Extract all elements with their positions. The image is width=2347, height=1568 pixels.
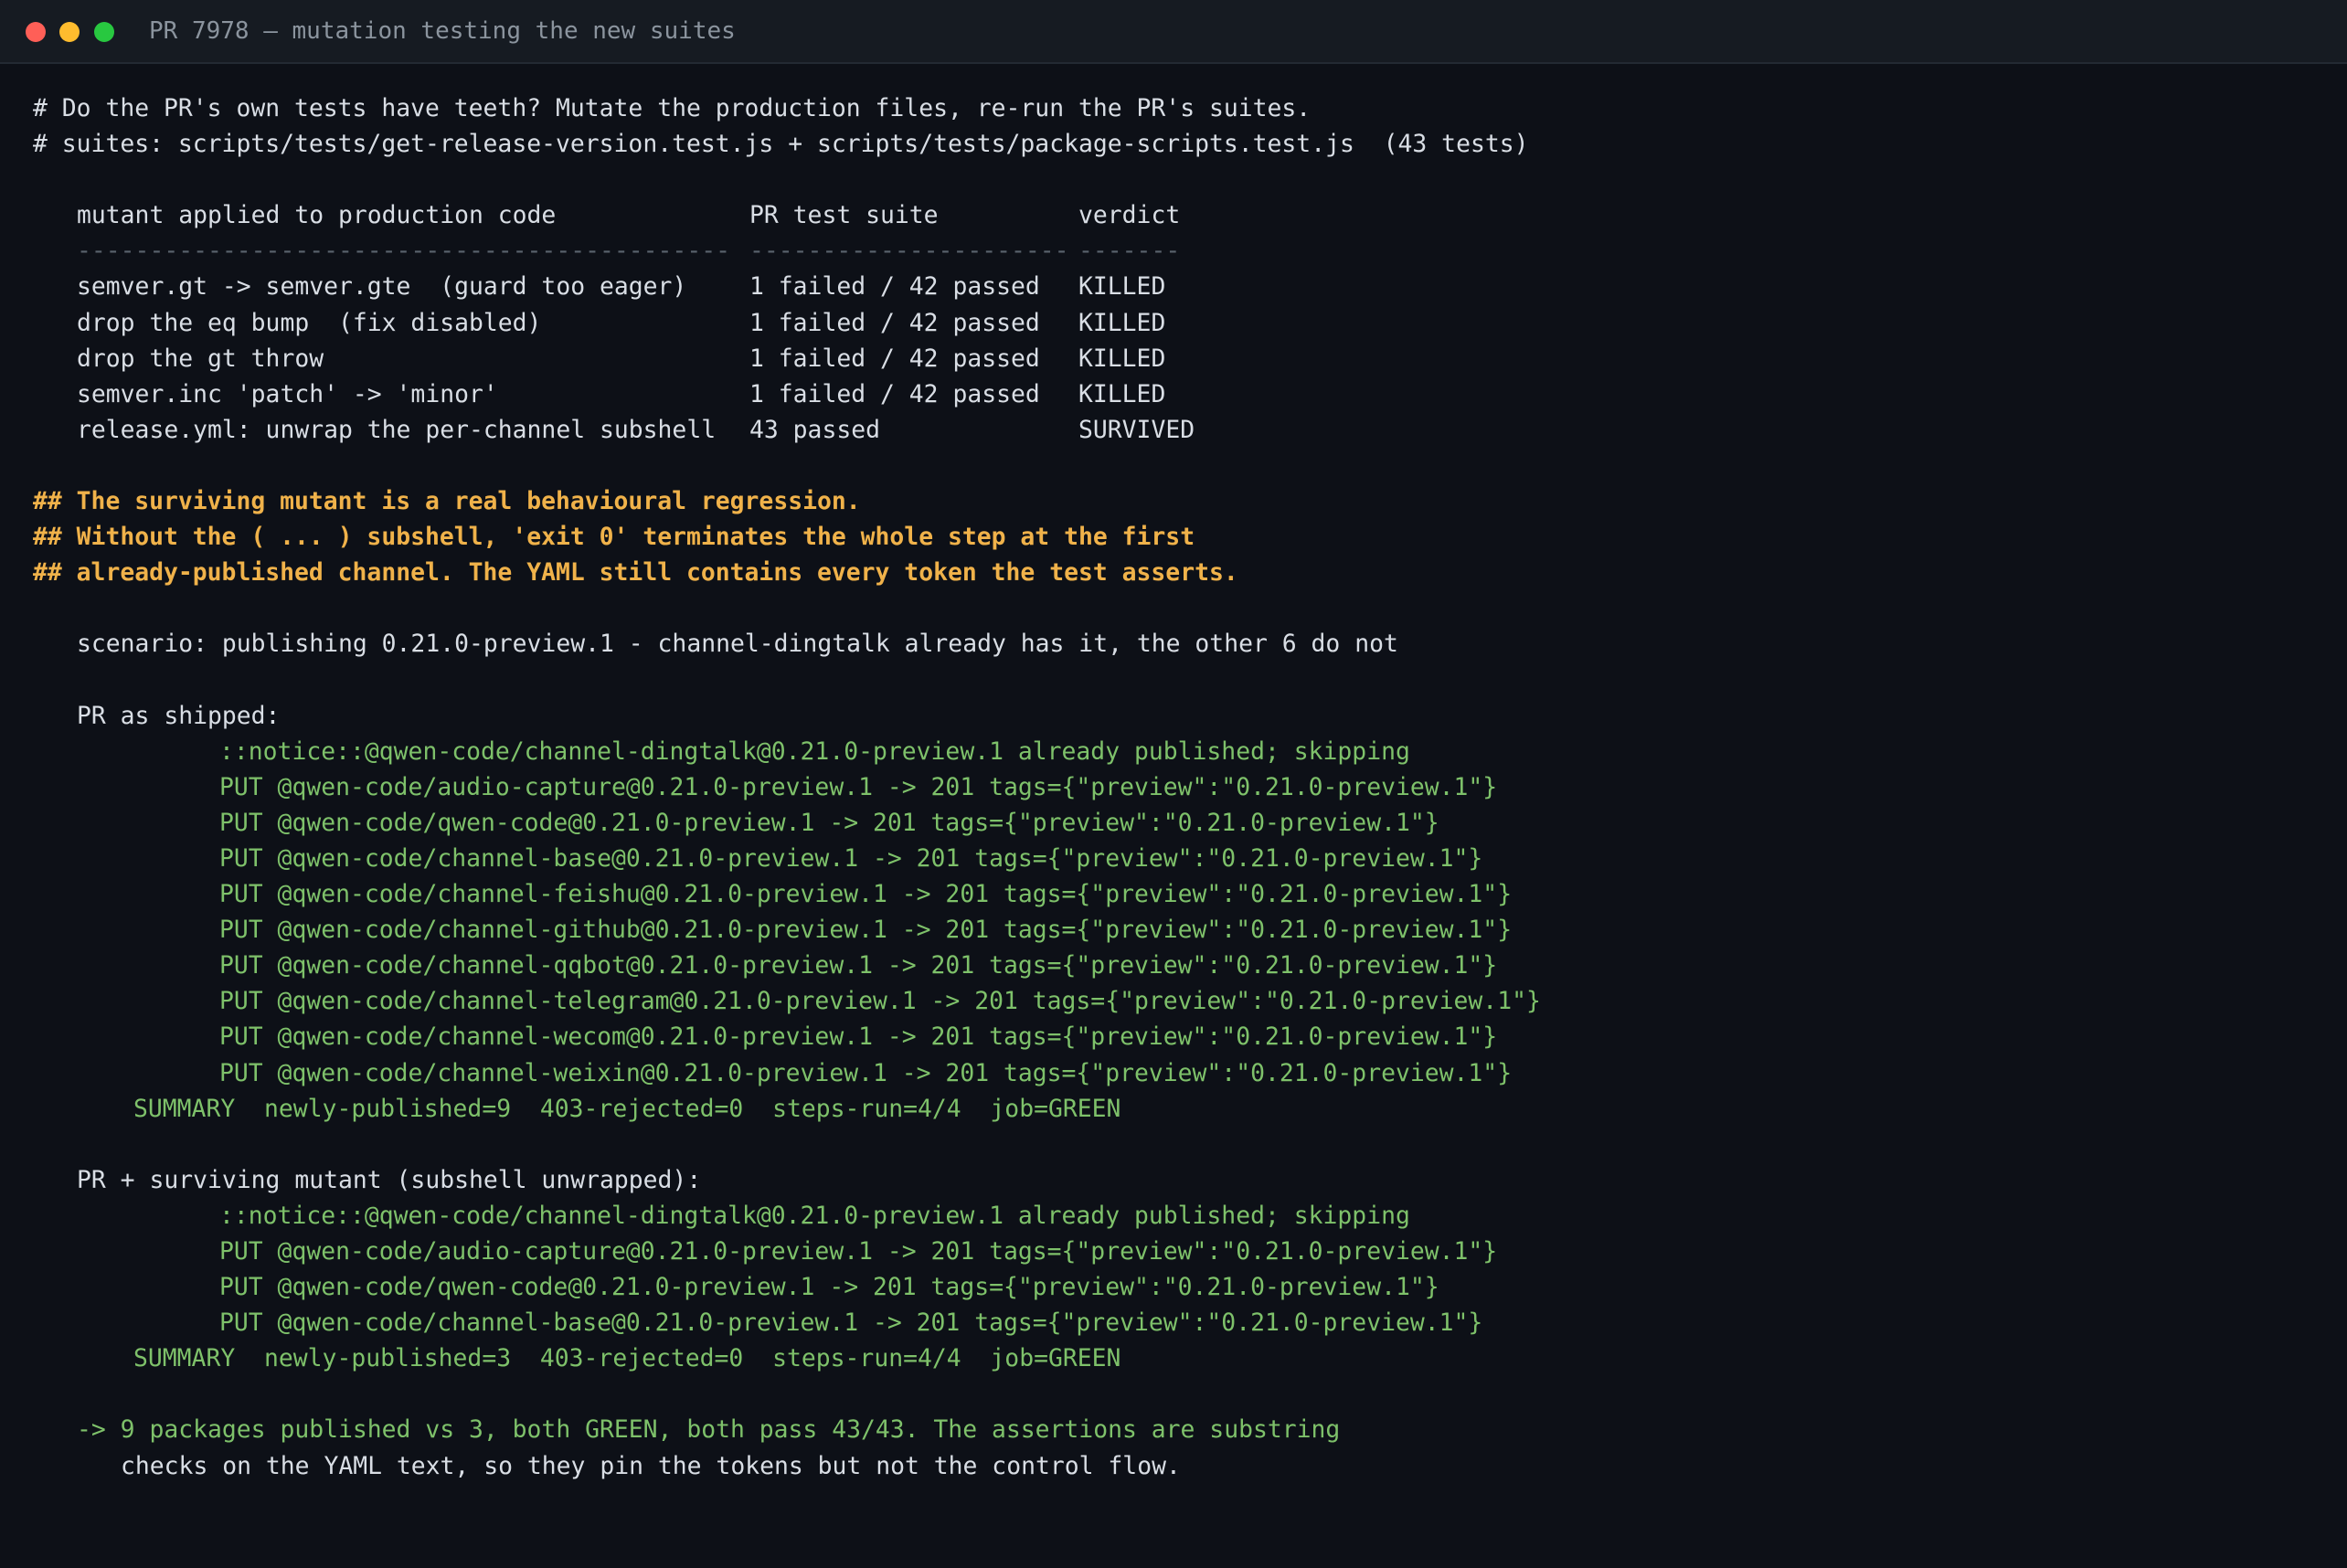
mutant-log-line: PUT @qwen-code/qwen-code@0.21.0-preview.… [219, 1273, 1439, 1302]
shipped-log-line: PUT @qwen-code/channel-qqbot@0.21.0-prev… [219, 951, 1498, 980]
shipped-log-line: PUT @qwen-code/channel-feishu@0.21.0-pre… [219, 880, 1513, 909]
table-row: semver.gt -> semver.gte (guard too eager… [33, 269, 1541, 304]
warning-line: ## The surviving mutant is a real behavi… [33, 487, 861, 516]
mutant-cell: semver.gt -> semver.gte (guard too eager… [77, 272, 687, 302]
shipped-log-line: ::notice::@qwen-code/channel-dingtalk@0.… [219, 736, 1410, 766]
shipped-log-line: PUT @qwen-code/channel-weixin@0.21.0-pre… [219, 1058, 1513, 1087]
shipped-log-line: PUT @qwen-code/channel-base@0.21.0-previ… [219, 843, 1483, 873]
terminal-window: PR 7978 — mutation testing the new suite… [0, 0, 2347, 1568]
verdict-cell: KILLED [1078, 379, 1166, 408]
suite-cell: 43 passed [749, 415, 880, 444]
column-header-verdict: verdict [1078, 201, 1181, 230]
shipped-log-line: PUT @qwen-code/channel-github@0.21.0-pre… [219, 916, 1513, 945]
close-window-button[interactable] [26, 22, 46, 42]
warning-line: ## already-published channel. The YAML s… [33, 558, 1238, 588]
shipped-log-line: PUT @qwen-code/qwen-code@0.21.0-preview.… [219, 808, 1439, 837]
mutant-cell: drop the eq bump (fix disabled) [77, 308, 542, 337]
column-header-mutant: mutant applied to production code [77, 201, 557, 230]
maximize-window-button[interactable] [94, 22, 114, 42]
shipped-log-line: PUT @qwen-code/audio-capture@0.21.0-prev… [219, 772, 1498, 801]
shipped-summary: SUMMARY newly-published=9 403-rejected=0… [133, 1094, 1121, 1123]
suite-cell: 1 failed / 42 passed [749, 379, 1040, 408]
intro-line: # suites: scripts/tests/get-release-vers… [33, 130, 1529, 159]
window-title: PR 7978 — mutation testing the new suite… [149, 17, 736, 45]
verdict-cell: SURVIVED [1078, 415, 1195, 444]
table-row: drop the gt throw 1 failed / 42 passed K… [33, 341, 1541, 376]
table-header: mutant applied to production code PR tes… [33, 197, 1541, 233]
verdict-cell: KILLED [1078, 344, 1166, 373]
scenario-line: scenario: publishing 0.21.0-preview.1 - … [77, 630, 1398, 659]
suite-cell: 1 failed / 42 passed [749, 272, 1040, 302]
mutant-log-line: ::notice::@qwen-code/channel-dingtalk@0.… [219, 1201, 1410, 1230]
suite-cell: 1 failed / 42 passed [749, 308, 1040, 337]
mutant-log-line: PUT @qwen-code/channel-base@0.21.0-previ… [219, 1308, 1483, 1338]
separator-verdict: ------- [1078, 237, 1181, 266]
conclusion-line: checks on the YAML text, so they pin the… [121, 1451, 1181, 1480]
table-separator: ----------------------------------------… [33, 233, 1541, 269]
conclusion-line: -> 9 packages published vs 3, both GREEN… [77, 1415, 1341, 1445]
title-bar: PR 7978 — mutation testing the new suite… [0, 0, 2347, 64]
intro-line: # Do the PR's own tests have teeth? Muta… [33, 94, 1312, 122]
minimize-window-button[interactable] [59, 22, 80, 42]
suite-cell: 1 failed / 42 passed [749, 344, 1040, 373]
column-header-suite: PR test suite [749, 201, 939, 230]
mutant-cell: release.yml: unwrap the per-channel subs… [77, 415, 717, 444]
shipped-log-line: PUT @qwen-code/channel-wecom@0.21.0-prev… [219, 1022, 1498, 1052]
separator-suite: ---------------------- [749, 237, 1069, 266]
separator-mutant: ----------------------------------------… [77, 237, 730, 266]
mutant-summary: SUMMARY newly-published=3 403-rejected=0… [133, 1344, 1121, 1373]
shipped-log-line: PUT @qwen-code/channel-telegram@0.21.0-p… [219, 987, 1541, 1016]
verdict-cell: KILLED [1078, 308, 1166, 337]
table-row: release.yml: unwrap the per-channel subs… [33, 412, 1541, 448]
table-row: drop the eq bump (fix disabled) 1 failed… [33, 305, 1541, 341]
mutant-label: PR + surviving mutant (subshell unwrappe… [77, 1165, 702, 1194]
mutant-cell: drop the gt throw [77, 344, 324, 373]
mutant-cell: semver.inc 'patch' -> 'minor' [77, 379, 498, 408]
verdict-cell: KILLED [1078, 272, 1166, 302]
warning-line: ## Without the ( ... ) subshell, 'exit 0… [33, 523, 1195, 552]
table-row: semver.inc 'patch' -> 'minor' 1 failed /… [33, 376, 1541, 412]
terminal-output[interactable]: # Do the PR's own tests have teeth? Muta… [33, 90, 1541, 1484]
mutant-log-line: PUT @qwen-code/audio-capture@0.21.0-prev… [219, 1237, 1498, 1266]
shipped-label: PR as shipped: [77, 701, 281, 730]
